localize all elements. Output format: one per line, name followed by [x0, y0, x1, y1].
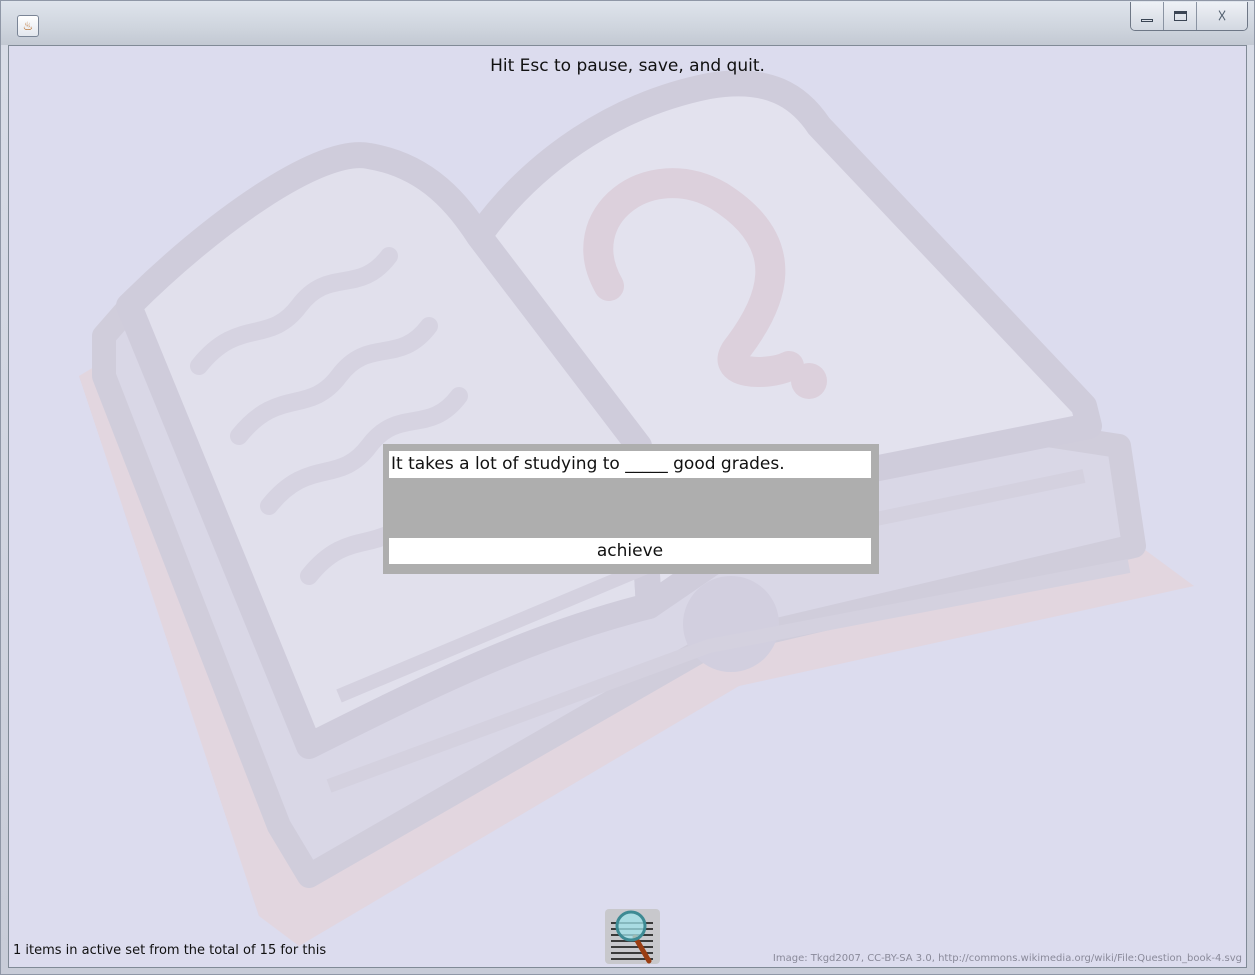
maximize-icon: [1173, 11, 1187, 21]
answer-option[interactable]: achieve: [389, 538, 871, 564]
status-bar-text: 1 items in active set from the total of …: [13, 943, 327, 958]
close-icon: ☓: [1217, 5, 1227, 27]
java-icon[interactable]: ♨: [17, 15, 39, 37]
question-mark-dot: [791, 363, 827, 399]
question-text: It takes a lot of studying to _____ good…: [389, 451, 871, 478]
window-controls: ☓: [1130, 2, 1248, 31]
maximize-button[interactable]: [1164, 2, 1197, 30]
title-bar[interactable]: ♨ ☓: [1, 1, 1254, 45]
app-window: ♨ ☓ Hit Esc to pause, save, and quit. It…: [0, 0, 1255, 975]
quiz-card: It takes a lot of studying to _____ good…: [383, 444, 879, 574]
lookup-button[interactable]: [605, 909, 660, 964]
close-button[interactable]: ☓: [1197, 2, 1247, 30]
minimize-icon: [1141, 19, 1153, 22]
minimize-button[interactable]: [1131, 2, 1164, 30]
image-credit: Image: Tkgd2007, CC-BY-SA 3.0, http://co…: [772, 953, 1242, 964]
pause-hint: Hit Esc to pause, save, and quit.: [490, 56, 765, 76]
magnifier-document-icon: [611, 910, 653, 964]
content-area: Hit Esc to pause, save, and quit. It tak…: [8, 45, 1247, 968]
